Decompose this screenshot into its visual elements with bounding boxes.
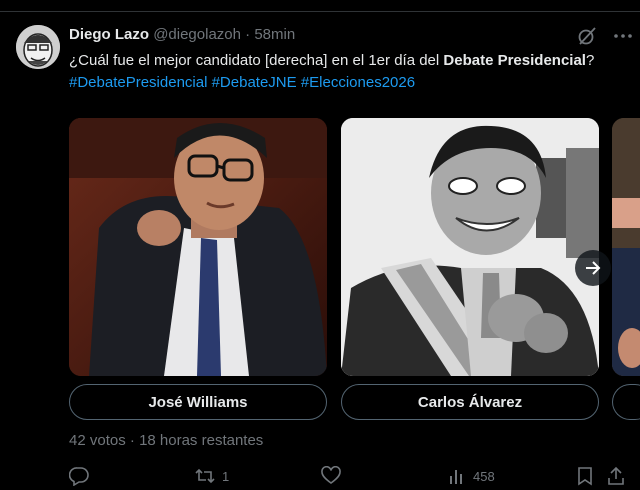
grok-icon[interactable] xyxy=(576,25,598,47)
poll-option-1[interactable]: José Williams xyxy=(69,384,327,420)
reply-button[interactable] xyxy=(69,466,95,486)
views-button[interactable]: 458 xyxy=(449,466,495,486)
reply-icon xyxy=(69,467,89,486)
poll-option-label: José Williams xyxy=(148,393,248,411)
like-button[interactable] xyxy=(321,466,347,486)
retweet-button[interactable]: 1 xyxy=(194,466,229,486)
poll-votes: 42 votos xyxy=(69,432,126,449)
author-name[interactable]: Diego Lazo xyxy=(69,26,149,43)
poll-option-label: Carlos Álvarez xyxy=(417,393,523,411)
poll-option-3[interactable] xyxy=(612,384,640,420)
arrow-right-icon xyxy=(586,261,601,275)
author-handle[interactable]: @diegolazoh xyxy=(153,26,241,43)
candidate-photo-3[interactable] xyxy=(612,118,640,376)
separator: · xyxy=(245,26,251,43)
heart-icon xyxy=(321,466,341,484)
candidate-photo-2[interactable] xyxy=(341,118,599,376)
divider xyxy=(0,11,640,12)
separator: · xyxy=(129,432,135,449)
timestamp[interactable]: 58min xyxy=(254,26,295,43)
candidate-photo-1[interactable] xyxy=(69,118,327,376)
next-media-button[interactable] xyxy=(575,250,611,286)
bookmark-button[interactable] xyxy=(576,466,594,486)
views-count: 458 xyxy=(473,468,495,484)
hashtag-link[interactable]: #DebateJNE xyxy=(212,74,297,91)
share-button[interactable] xyxy=(606,466,626,486)
tweet-header: Diego Lazo @diegolazoh · 58min xyxy=(69,26,295,46)
tweet-text-bold: Debate Presidencial xyxy=(443,52,586,69)
retweet-count: 1 xyxy=(222,468,230,484)
poll-meta: 42 votos · 18 horas restantes xyxy=(69,432,263,449)
poll-option-2[interactable]: Carlos Álvarez xyxy=(341,384,599,420)
more-icon[interactable] xyxy=(612,25,634,47)
share-icon xyxy=(608,466,624,485)
tweet-text-part: ¿Cuál fue el mejor candidato [derecha] e… xyxy=(69,52,444,69)
tweet-text-part: ? xyxy=(585,52,595,69)
avatar[interactable] xyxy=(16,25,60,69)
hashtag-link[interactable]: #Elecciones2026 xyxy=(301,74,415,91)
bookmark-icon xyxy=(578,467,592,486)
poll-remaining: 18 horas restantes xyxy=(139,432,264,449)
tweet-text: ¿Cuál fue el mejor candidato [derecha] e… xyxy=(69,50,629,94)
views-icon xyxy=(450,470,462,484)
retweet-icon xyxy=(195,468,215,484)
hashtag-link[interactable]: #DebatePresidencial xyxy=(69,74,207,91)
